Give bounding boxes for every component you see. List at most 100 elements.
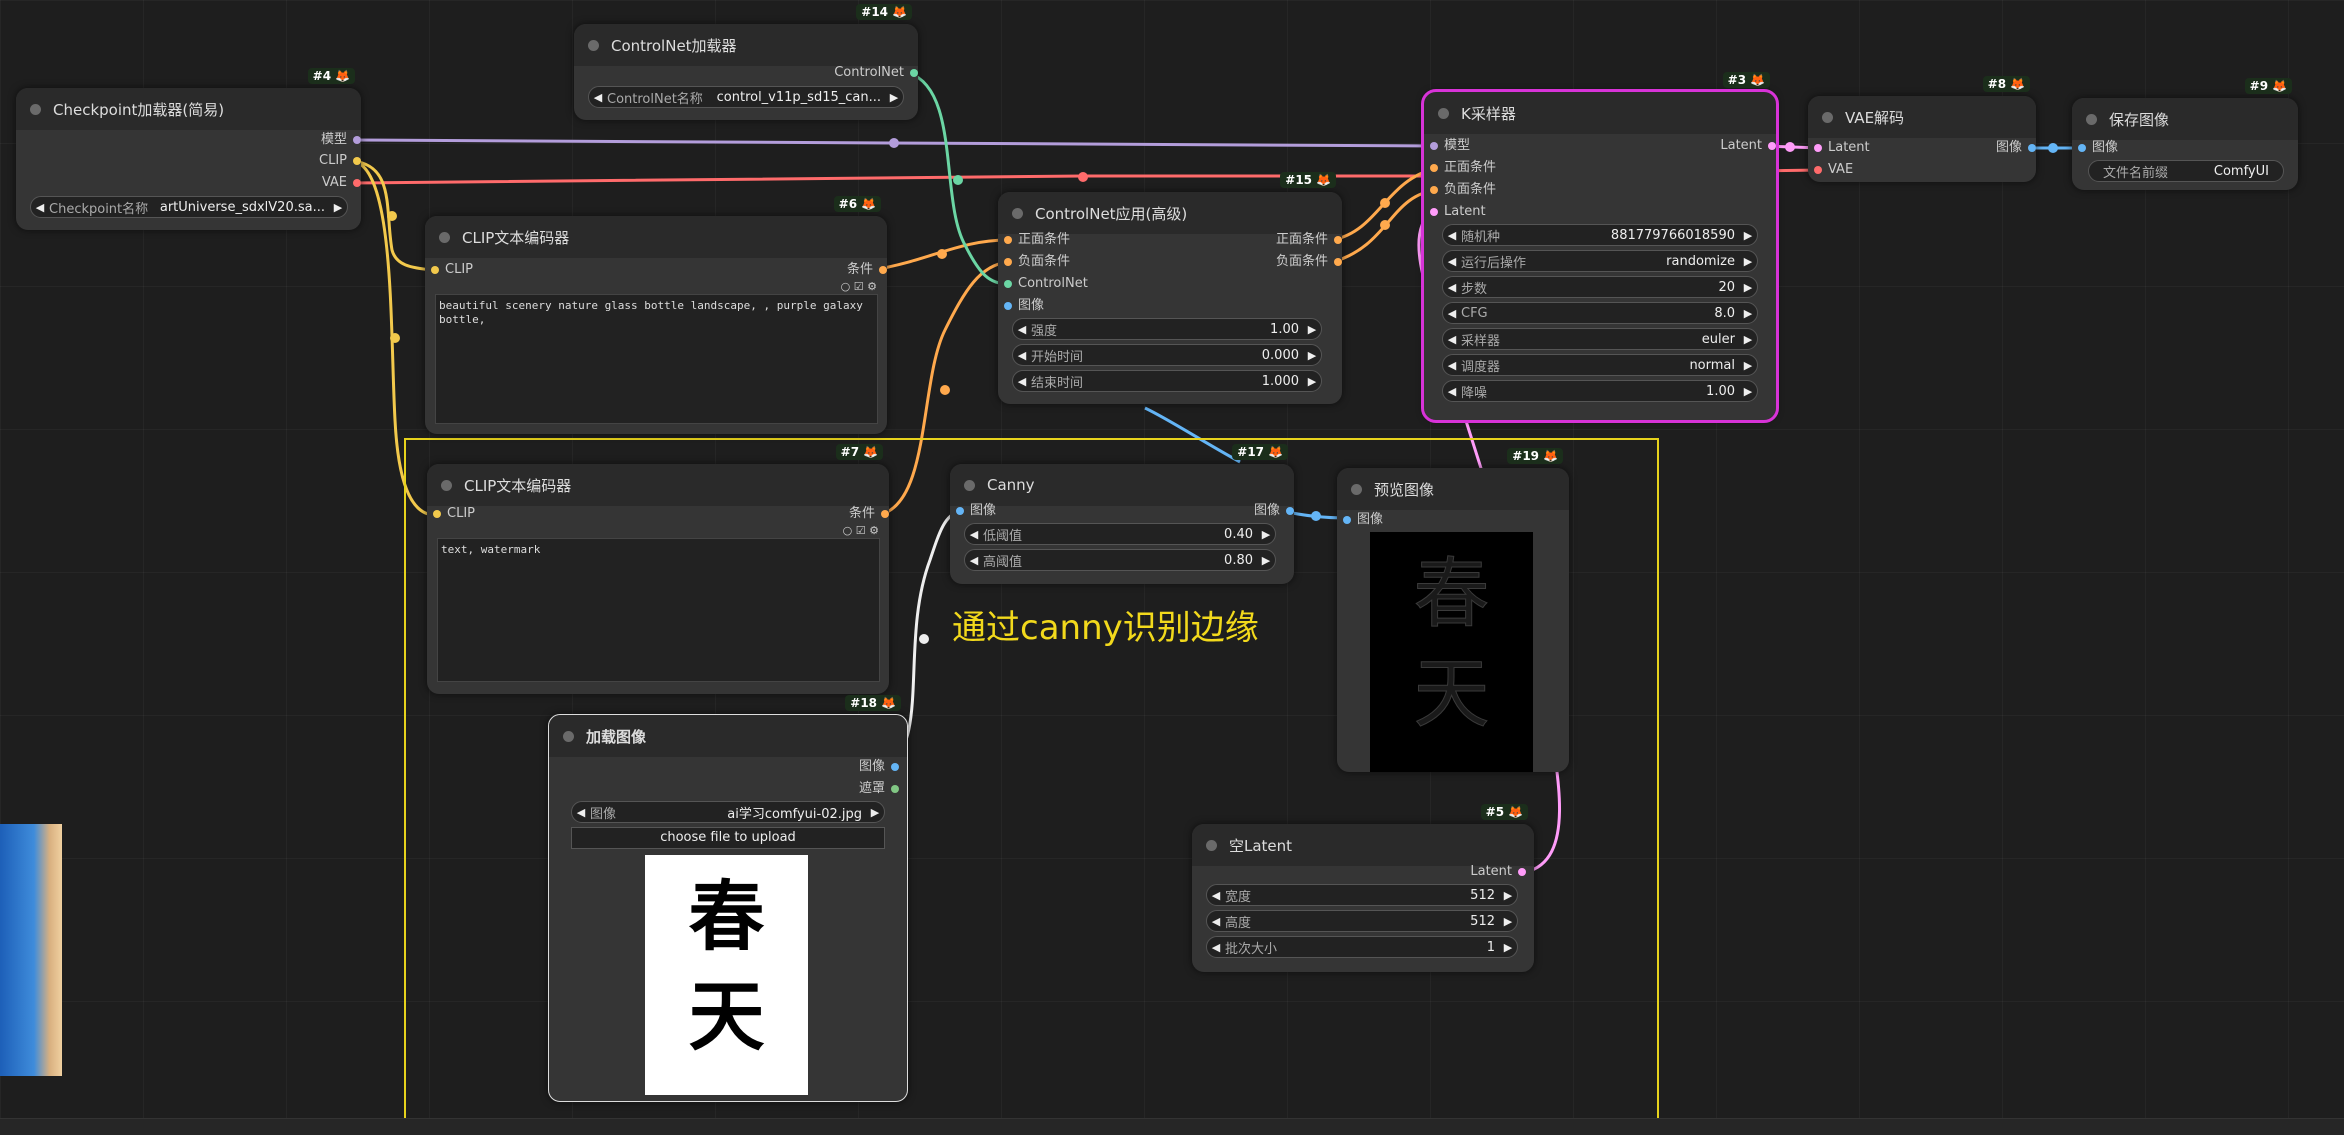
input-vae[interactable]: VAE: [1814, 162, 1853, 178]
node-title: Checkpoint加载器(简易): [53, 100, 225, 119]
height-widget[interactable]: ◀ 高度 512 ▶: [1206, 910, 1518, 932]
arrow-left-icon: ◀: [576, 805, 586, 819]
arrow-left-icon: ◀: [1447, 384, 1457, 398]
collapse-dot-icon[interactable]: [1206, 839, 1217, 851]
high-threshold-slider[interactable]: ◀ 高阈值 0.80 ▶: [964, 549, 1276, 571]
output-vae[interactable]: VAE: [322, 175, 361, 191]
output-model[interactable]: 模型: [321, 132, 361, 148]
arrow-right-icon: ▶: [1261, 527, 1271, 541]
arrow-right-icon: ▶: [1307, 322, 1317, 336]
node-title: ControlNet应用(高级): [1035, 204, 1188, 223]
width-widget[interactable]: ◀ 宽度 512 ▶: [1206, 884, 1518, 906]
output-image[interactable]: 图像: [1254, 503, 1294, 519]
seed-widget[interactable]: ◀ 随机种 881779766018590 ▶: [1442, 224, 1758, 246]
arrow-left-icon: ◀: [1017, 374, 1027, 388]
arrow-right-icon: ▶: [1743, 358, 1753, 372]
node-controlnet-loader[interactable]: #14 🦊 ControlNet加载器 ControlNet ◀ ControlNe…: [574, 4, 918, 120]
input-positive[interactable]: 正面条件: [1004, 232, 1070, 248]
input-clip[interactable]: CLIP: [431, 262, 473, 278]
output-negative[interactable]: 负面条件: [1276, 254, 1342, 270]
output-mask[interactable]: 遮罩: [859, 781, 899, 797]
node-clip-text-encode-negative[interactable]: #7 🦊 CLIP文本编码器 CLIP 条件 ○ ☑ ⚙ text, waterm…: [427, 444, 889, 694]
image-file-combo[interactable]: ◀ 图像 ai学习comfyui-02.jpg ▶: [571, 801, 885, 823]
arrow-right-icon: ▶: [1307, 374, 1317, 388]
start-percent-slider[interactable]: ◀ 开始时间 0.000 ▶: [1012, 344, 1322, 366]
node-empty-latent[interactable]: #5 🦊 空Latent Latent ◀ 宽度 512 ▶ ◀ 高度 512 ▶ ◀ 批次大小…: [1192, 804, 1534, 972]
prompt-textarea[interactable]: text, watermark: [437, 538, 880, 682]
output-conditioning[interactable]: 条件: [847, 262, 887, 278]
output-controlnet[interactable]: ControlNet: [834, 65, 918, 81]
arrow-right-icon: ▶: [1307, 348, 1317, 362]
input-latent[interactable]: Latent: [1430, 204, 1486, 220]
collapse-dot-icon[interactable]: [588, 39, 599, 51]
collapse-dot-icon[interactable]: [964, 479, 975, 491]
preview-edge-text: 春天: [1413, 549, 1490, 739]
output-image[interactable]: 图像: [859, 759, 899, 775]
arrow-left-icon: ◀: [1017, 348, 1027, 362]
collapse-dot-icon[interactable]: [439, 231, 450, 243]
output-latent[interactable]: Latent: [1470, 864, 1526, 880]
upload-button[interactable]: choose file to upload: [571, 827, 885, 849]
filename-prefix-field[interactable]: 文件名前缀 ComfyUI: [2088, 160, 2284, 182]
output-image[interactable]: 图像: [1996, 140, 2036, 156]
collapse-dot-icon[interactable]: [1438, 107, 1449, 119]
sampler-combo[interactable]: ◀ 采样器 euler ▶: [1442, 328, 1758, 350]
prompt-textarea[interactable]: beautiful scenery nature glass bottle la…: [435, 294, 878, 424]
end-percent-slider[interactable]: ◀ 结束时间 1.000 ▶: [1012, 370, 1322, 392]
collapse-dot-icon[interactable]: [441, 479, 452, 491]
denoise-widget[interactable]: ◀ 降噪 1.00 ▶: [1442, 380, 1758, 402]
scheduler-combo[interactable]: ◀ 调度器 normal ▶: [1442, 354, 1758, 376]
arrow-left-icon: ◀: [1447, 280, 1457, 294]
steps-widget[interactable]: ◀ 步数 20 ▶: [1442, 276, 1758, 298]
node-id-badge: #8 🦊: [1982, 76, 2030, 92]
batch-size-widget[interactable]: ◀ 批次大小 1 ▶: [1206, 936, 1518, 958]
input-clip[interactable]: CLIP: [433, 506, 475, 522]
low-threshold-slider[interactable]: ◀ 低阈值 0.40 ▶: [964, 523, 1276, 545]
input-image[interactable]: 图像: [2078, 140, 2118, 156]
node-ksampler[interactable]: #3 🦊 K采样器 模型 正面条件 负面条件 Latent Latent ◀ 随机种…: [1421, 72, 1779, 423]
input-image[interactable]: 图像: [1004, 298, 1044, 314]
output-clip[interactable]: CLIP: [319, 153, 361, 169]
input-image[interactable]: 图像: [956, 503, 996, 519]
arrow-right-icon: ▶: [1743, 306, 1753, 320]
input-negative[interactable]: 负面条件: [1430, 182, 1496, 198]
collapse-dot-icon[interactable]: [563, 730, 574, 742]
arrow-right-icon: ▶: [1743, 280, 1753, 294]
node-id-badge: #7 🦊: [835, 444, 883, 460]
textarea-toggle-icons[interactable]: ○ ☑ ⚙: [841, 280, 877, 293]
control-after-generate-combo[interactable]: ◀ 运行后操作 randomize ▶: [1442, 250, 1758, 272]
output-positive[interactable]: 正面条件: [1276, 232, 1342, 248]
input-model[interactable]: 模型: [1430, 138, 1470, 154]
output-latent[interactable]: Latent: [1720, 138, 1776, 154]
node-preview-image[interactable]: #19 🦊 预览图像 图像 春天: [1337, 448, 1569, 772]
collapse-dot-icon[interactable]: [1351, 483, 1362, 495]
textarea-toggle-icons[interactable]: ○ ☑ ⚙: [843, 524, 879, 537]
node-checkpoint-loader[interactable]: #4 🦊 Checkpoint加载器(简易) 模型 CLIP VAE ◀ Check…: [16, 68, 361, 230]
collapse-dot-icon[interactable]: [2086, 113, 2097, 125]
node-load-image[interactable]: #18 🦊 加载图像 图像 遮罩 ◀ 图像 ai学习comfyui-02.jpg ▶ c…: [548, 695, 908, 1102]
collapse-dot-icon[interactable]: [1012, 207, 1023, 219]
node-title: 空Latent: [1229, 836, 1293, 855]
arrow-left-icon: ◀: [1017, 322, 1027, 336]
node-controlnet-apply-advanced[interactable]: #15 🦊 ControlNet应用(高级) 正面条件 负面条件 ControlN…: [998, 172, 1342, 404]
output-conditioning[interactable]: 条件: [849, 506, 889, 522]
arrow-left-icon: ◀: [1447, 306, 1457, 320]
controlnet-name-combo[interactable]: ◀ ControlNet名称 control_v11p_sd15_can... ▶: [588, 86, 904, 108]
collapse-dot-icon[interactable]: [30, 103, 41, 115]
input-positive[interactable]: 正面条件: [1430, 160, 1496, 176]
node-id-badge: #3 🦊: [1722, 72, 1770, 88]
input-image[interactable]: 图像: [1343, 512, 1383, 528]
input-latent[interactable]: Latent: [1814, 140, 1870, 156]
node-canny[interactable]: #17 🦊 Canny 图像 图像 ◀ 低阈值 0.40 ▶ ◀ 高阈值 0.80 ▶: [950, 444, 1294, 584]
node-save-image[interactable]: #9 🦊 保存图像 图像 文件名前缀 ComfyUI: [2072, 78, 2298, 190]
node-vae-decode[interactable]: #8 🦊 VAE解码 Latent VAE 图像: [1808, 76, 2036, 182]
cfg-widget[interactable]: ◀ CFG 8.0 ▶: [1442, 302, 1758, 324]
collapse-dot-icon[interactable]: [1822, 111, 1833, 123]
strength-slider[interactable]: ◀ 强度 1.00 ▶: [1012, 318, 1322, 340]
node-clip-text-encode-positive[interactable]: #6 🦊 CLIP文本编码器 CLIP 条件 ○ ☑ ⚙ beautiful sc…: [425, 196, 887, 434]
input-controlnet[interactable]: ControlNet: [1004, 276, 1088, 292]
arrow-left-icon: ◀: [35, 200, 45, 214]
input-negative[interactable]: 负面条件: [1004, 254, 1070, 270]
horizontal-scrollbar[interactable]: [0, 1118, 2344, 1135]
checkpoint-name-combo[interactable]: ◀ Checkpoint名称 artUniverse_sdxlV20.sa... ▶: [30, 196, 348, 218]
